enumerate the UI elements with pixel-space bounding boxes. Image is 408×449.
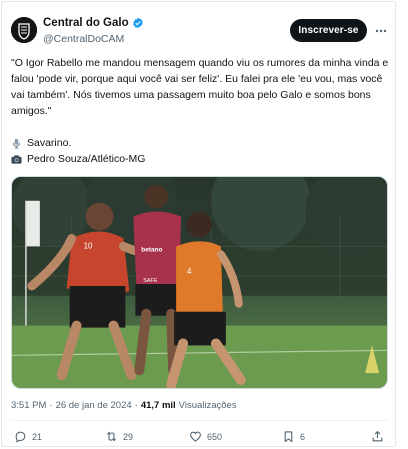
views-label: Visualizações bbox=[178, 400, 237, 411]
retweet-button[interactable]: 29 bbox=[105, 430, 133, 443]
avatar[interactable] bbox=[11, 17, 37, 43]
speaker-name: Savarino. bbox=[27, 137, 72, 149]
like-count: 650 bbox=[207, 431, 223, 442]
bookmark-icon bbox=[284, 431, 293, 443]
credit-line-speaker: Savarino. bbox=[11, 137, 71, 149]
retweet-icon bbox=[107, 431, 116, 442]
author-display-name[interactable]: Central do Galo bbox=[43, 17, 129, 29]
like-button[interactable]: 650 bbox=[189, 430, 222, 443]
follow-button[interactable]: Inscrever-se bbox=[290, 19, 367, 42]
divider bbox=[11, 420, 388, 421]
author-handle[interactable]: @CentralDoCAM bbox=[43, 33, 124, 45]
author-name-row: Central do Galo bbox=[43, 17, 144, 29]
share-button[interactable] bbox=[371, 430, 384, 443]
more-options-icon[interactable] bbox=[374, 24, 388, 38]
reply-icon bbox=[15, 431, 26, 443]
training-photo-image: 10 betano SAFE 4 bbox=[12, 177, 387, 388]
meta-separator-2: · bbox=[134, 400, 138, 411]
svg-text:betano: betano bbox=[141, 246, 162, 253]
photo-credit: Pedro Souza/Atlético-MG bbox=[27, 153, 146, 165]
tweet-text: "O Igor Rabello me mandou mensagem quand… bbox=[11, 57, 389, 117]
retweet-count: 29 bbox=[123, 431, 134, 442]
svg-text:SAFE: SAFE bbox=[143, 278, 158, 284]
bookmark-button[interactable]: 6 bbox=[282, 430, 305, 443]
heart-icon bbox=[190, 431, 201, 442]
camera-icon bbox=[11, 154, 22, 164]
bookmark-count: 6 bbox=[300, 431, 306, 442]
views-count: 41,7 mil bbox=[140, 400, 176, 411]
reply-count: 21 bbox=[32, 431, 43, 442]
tweet-meta: 3:51 PM · 26 de jan de 2024 · 41,7 mil V… bbox=[11, 400, 237, 411]
microphone-icon bbox=[12, 138, 21, 149]
tweet-date[interactable]: 26 de jan de 2024 bbox=[56, 400, 132, 411]
svg-text:4: 4 bbox=[187, 267, 192, 276]
club-crest-icon bbox=[11, 17, 37, 43]
tweet-photo[interactable]: 10 betano SAFE 4 bbox=[11, 176, 388, 389]
svg-text:10: 10 bbox=[84, 241, 93, 250]
action-bar: 21 29 650 6 bbox=[2, 430, 395, 448]
share-icon bbox=[372, 430, 383, 442]
meta-separator: · bbox=[49, 400, 53, 411]
credit-line-photo: Pedro Souza/Atlético-MG bbox=[11, 153, 145, 165]
tweet-time[interactable]: 3:51 PM bbox=[11, 400, 46, 411]
verified-badge-icon bbox=[132, 17, 143, 29]
tweet-header: Central do Galo @CentralDoCAM Inscrever-… bbox=[2, 2, 395, 58]
reply-button[interactable]: 21 bbox=[14, 430, 42, 443]
tweet-card: Central do Galo @CentralDoCAM Inscrever-… bbox=[1, 1, 396, 447]
